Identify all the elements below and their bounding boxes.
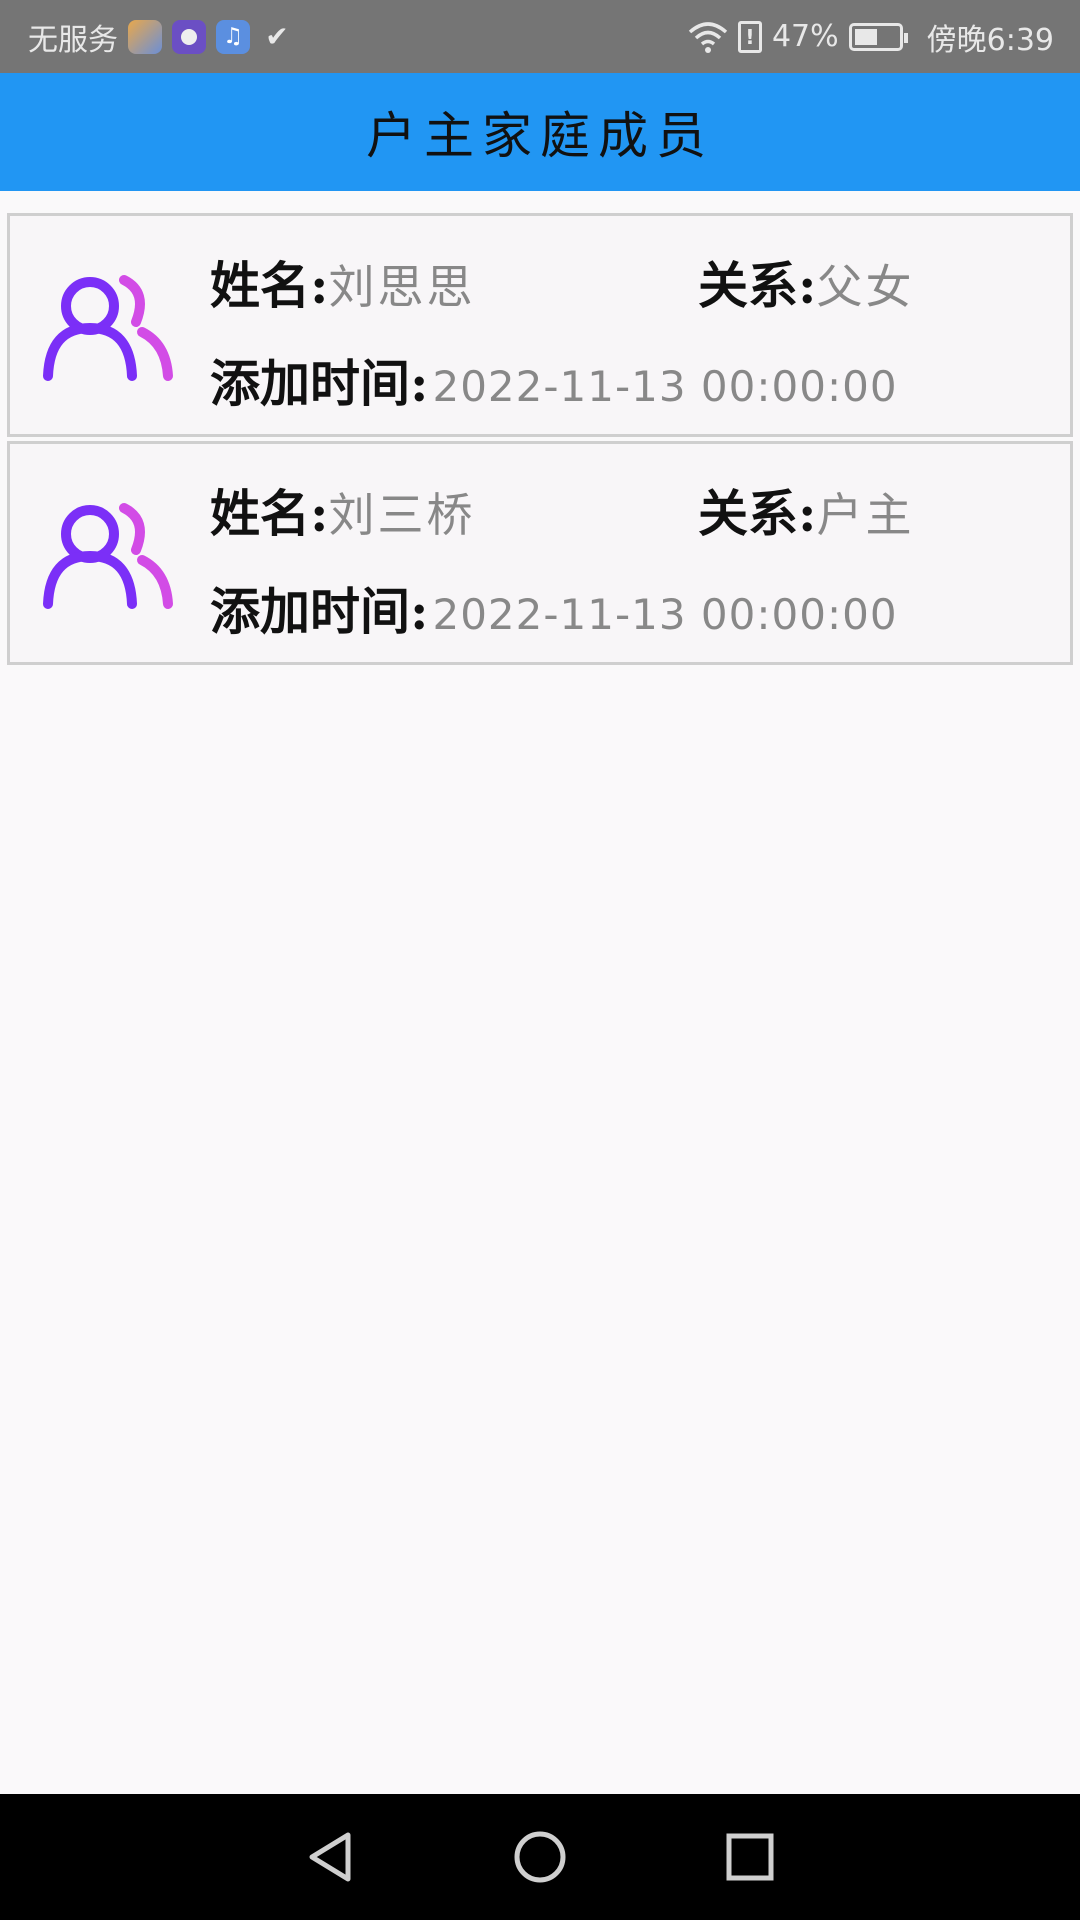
status-bar-left: 无服务 ♫ ✔ bbox=[28, 15, 294, 59]
name-row: 姓名: 刘思思 bbox=[210, 246, 475, 318]
relation-row: 关系: 户主 bbox=[698, 474, 914, 546]
member-added-time: 2022-11-13 00:00:00 bbox=[432, 590, 898, 639]
carrier-text: 无服务 bbox=[28, 22, 118, 58]
home-button[interactable] bbox=[510, 1827, 570, 1887]
member-name: 刘思思 bbox=[328, 260, 476, 314]
family-members-icon bbox=[43, 503, 173, 609]
added-time-row: 添加时间: 2022-11-13 00:00:00 bbox=[210, 572, 898, 644]
music-app-icon: ♫ bbox=[216, 19, 250, 54]
name-label: 姓名: bbox=[210, 484, 329, 543]
name-label: 姓名: bbox=[210, 256, 329, 315]
member-relation: 户主 bbox=[816, 488, 915, 542]
status-bar: 无服务 ♫ ✔ ! 47% 傍晚6:39 bbox=[0, 0, 1080, 73]
purple-app-icon bbox=[172, 19, 206, 54]
member-card[interactable]: 姓名: 刘思思 关系: 父女 添加时间: 2022-11-13 00:00:00 bbox=[7, 213, 1073, 437]
clock: 傍晚6:39 bbox=[926, 22, 1054, 58]
recents-icon bbox=[726, 1833, 774, 1881]
back-button[interactable] bbox=[300, 1827, 360, 1887]
member-relation: 父女 bbox=[816, 260, 915, 314]
battery-icon bbox=[848, 22, 908, 51]
relation-label: 关系: bbox=[698, 256, 817, 315]
family-members-icon bbox=[43, 275, 173, 381]
relation-label: 关系: bbox=[698, 484, 817, 543]
app-bar: 户主家庭成员 bbox=[0, 73, 1080, 191]
added-time-label: 添加时间: bbox=[210, 354, 429, 413]
home-icon bbox=[514, 1831, 566, 1883]
back-icon bbox=[309, 1832, 351, 1882]
added-time-label: 添加时间: bbox=[210, 582, 429, 641]
check-app-icon: ✔ bbox=[265, 19, 289, 53]
status-bar-right: ! 47% 傍晚6:39 bbox=[688, 15, 1054, 59]
name-row: 姓名: 刘三桥 bbox=[210, 474, 475, 546]
member-card[interactable]: 姓名: 刘三桥 关系: 户主 添加时间: 2022-11-13 00:00:00 bbox=[7, 441, 1073, 665]
navigation-bar bbox=[0, 1794, 1080, 1920]
member-added-time: 2022-11-13 00:00:00 bbox=[432, 362, 898, 411]
member-list: 姓名: 刘思思 关系: 父女 添加时间: 2022-11-13 00:00:00… bbox=[7, 213, 1073, 669]
battery-percent: 47% bbox=[771, 19, 839, 54]
added-time-row: 添加时间: 2022-11-13 00:00:00 bbox=[210, 344, 898, 416]
relation-row: 关系: 父女 bbox=[698, 246, 914, 318]
game-app-icon bbox=[128, 19, 162, 54]
wifi-icon bbox=[688, 21, 728, 53]
recents-button[interactable] bbox=[720, 1827, 780, 1887]
page-title: 户主家庭成员 bbox=[366, 107, 714, 165]
member-name: 刘三桥 bbox=[328, 488, 476, 542]
sim-alert-icon: ! bbox=[737, 20, 762, 53]
